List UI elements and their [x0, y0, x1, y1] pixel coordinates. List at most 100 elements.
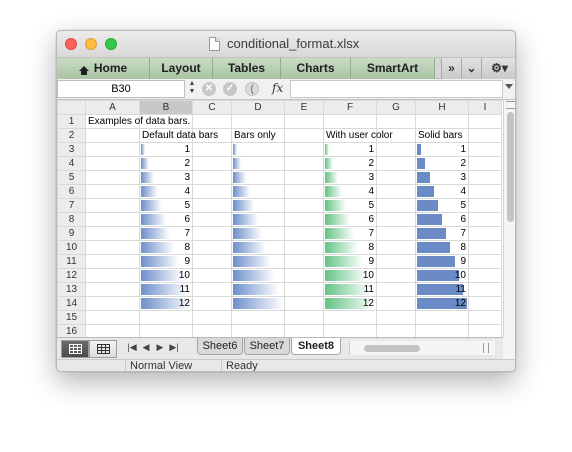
- row-header-9[interactable]: 9: [57, 226, 86, 241]
- column-header-f[interactable]: F: [323, 100, 377, 115]
- cell-i12[interactable]: [468, 268, 502, 283]
- cell-f14[interactable]: 12: [323, 296, 377, 311]
- enter-formula-icon[interactable]: ✓: [223, 82, 237, 96]
- previous-sheet-icon[interactable]: ◀: [141, 342, 151, 353]
- cell-h2[interactable]: Solid bars: [415, 128, 469, 143]
- cell-e7[interactable]: [284, 198, 324, 213]
- cell-c15[interactable]: [192, 310, 232, 325]
- horizontal-split-icon[interactable]: [483, 343, 489, 353]
- cell-c11[interactable]: [192, 254, 232, 269]
- cell-g2[interactable]: [376, 128, 416, 143]
- cell-d9[interactable]: [231, 226, 285, 241]
- cell-a14[interactable]: [85, 296, 140, 311]
- cell-a9[interactable]: [85, 226, 140, 241]
- formula-input[interactable]: [290, 80, 503, 98]
- cell-g9[interactable]: [376, 226, 416, 241]
- cell-d13[interactable]: [231, 282, 285, 297]
- cell-c5[interactable]: [192, 170, 232, 185]
- cell-f6[interactable]: 4: [323, 184, 377, 199]
- cell-f1[interactable]: [323, 114, 377, 129]
- row-header-11[interactable]: 11: [57, 254, 86, 269]
- cell-c16[interactable]: [192, 324, 232, 337]
- cell-c14[interactable]: [192, 296, 232, 311]
- cell-d8[interactable]: [231, 212, 285, 227]
- cell-e8[interactable]: [284, 212, 324, 227]
- cell-i7[interactable]: [468, 198, 502, 213]
- row-header-4[interactable]: 4: [57, 156, 86, 171]
- last-sheet-icon[interactable]: ▶|: [169, 342, 179, 353]
- name-box[interactable]: B30: [57, 80, 185, 98]
- cell-h12[interactable]: 10: [415, 268, 469, 283]
- cell-d2[interactable]: Bars only: [231, 128, 285, 143]
- cell-d4[interactable]: [231, 156, 285, 171]
- cell-c2[interactable]: [192, 128, 232, 143]
- cell-b12[interactable]: 10: [139, 268, 193, 283]
- cell-a5[interactable]: [85, 170, 140, 185]
- cell-b6[interactable]: 4: [139, 184, 193, 199]
- ribbon-tab-layout[interactable]: Layout: [150, 58, 213, 79]
- cell-i16[interactable]: [468, 324, 502, 337]
- cell-h8[interactable]: 6: [415, 212, 469, 227]
- cell-i11[interactable]: [468, 254, 502, 269]
- cell-d1[interactable]: [231, 114, 285, 129]
- cell-b3[interactable]: 1: [139, 142, 193, 157]
- cell-a11[interactable]: [85, 254, 140, 269]
- cell-b2[interactable]: Default data bars: [139, 128, 218, 143]
- cell-g15[interactable]: [376, 310, 416, 325]
- cell-d15[interactable]: [231, 310, 285, 325]
- cell-i2[interactable]: [468, 128, 502, 143]
- cell-h6[interactable]: 4: [415, 184, 469, 199]
- cell-a7[interactable]: [85, 198, 140, 213]
- row-header-14[interactable]: 14: [57, 296, 86, 311]
- cell-f12[interactable]: 10: [323, 268, 377, 283]
- next-sheet-icon[interactable]: ▶: [155, 342, 165, 353]
- cell-h1[interactable]: [415, 114, 469, 129]
- cell-g14[interactable]: [376, 296, 416, 311]
- cell-a15[interactable]: [85, 310, 140, 325]
- cell-h14[interactable]: 12: [415, 296, 469, 311]
- cell-a1[interactable]: Examples of data bars.: [85, 114, 190, 129]
- minimize-window-button[interactable]: [85, 38, 97, 50]
- cell-d5[interactable]: [231, 170, 285, 185]
- cell-e12[interactable]: [284, 268, 324, 283]
- cell-b4[interactable]: 2: [139, 156, 193, 171]
- cell-h4[interactable]: 2: [415, 156, 469, 171]
- cell-c6[interactable]: [192, 184, 232, 199]
- cell-a2[interactable]: [85, 128, 140, 143]
- normal-view-button[interactable]: [61, 340, 89, 358]
- cell-d11[interactable]: [231, 254, 285, 269]
- cell-f13[interactable]: 11: [323, 282, 377, 297]
- column-header-d[interactable]: D: [231, 100, 285, 115]
- horizontal-scroll-thumb[interactable]: [364, 345, 420, 352]
- cell-f4[interactable]: 2: [323, 156, 377, 171]
- cell-b8[interactable]: 6: [139, 212, 193, 227]
- cell-b13[interactable]: 11: [139, 282, 193, 297]
- row-header-15[interactable]: 15: [57, 310, 86, 325]
- cell-h9[interactable]: 7: [415, 226, 469, 241]
- cell-a12[interactable]: [85, 268, 140, 283]
- cell-b16[interactable]: [139, 324, 193, 337]
- cell-g6[interactable]: [376, 184, 416, 199]
- row-header-1[interactable]: 1: [57, 114, 86, 129]
- cell-g12[interactable]: [376, 268, 416, 283]
- page-layout-view-button[interactable]: [89, 340, 117, 358]
- ribbon-tab-tables[interactable]: Tables: [213, 58, 281, 79]
- cell-g16[interactable]: [376, 324, 416, 337]
- row-header-10[interactable]: 10: [57, 240, 86, 255]
- cell-f11[interactable]: 9: [323, 254, 377, 269]
- zoom-window-button[interactable]: [105, 38, 117, 50]
- cell-f10[interactable]: 8: [323, 240, 377, 255]
- row-header-3[interactable]: 3: [57, 142, 86, 157]
- cell-i8[interactable]: [468, 212, 502, 227]
- split-handle-icon[interactable]: [506, 101, 515, 109]
- cell-e11[interactable]: [284, 254, 324, 269]
- cell-h7[interactable]: 5: [415, 198, 469, 213]
- cell-i10[interactable]: [468, 240, 502, 255]
- cell-h3[interactable]: 1: [415, 142, 469, 157]
- first-sheet-icon[interactable]: |◀: [127, 342, 137, 353]
- cell-i9[interactable]: [468, 226, 502, 241]
- column-header-b[interactable]: B: [139, 100, 193, 115]
- cell-a4[interactable]: [85, 156, 140, 171]
- row-header-16[interactable]: 16: [57, 324, 86, 337]
- column-header-e[interactable]: E: [284, 100, 324, 115]
